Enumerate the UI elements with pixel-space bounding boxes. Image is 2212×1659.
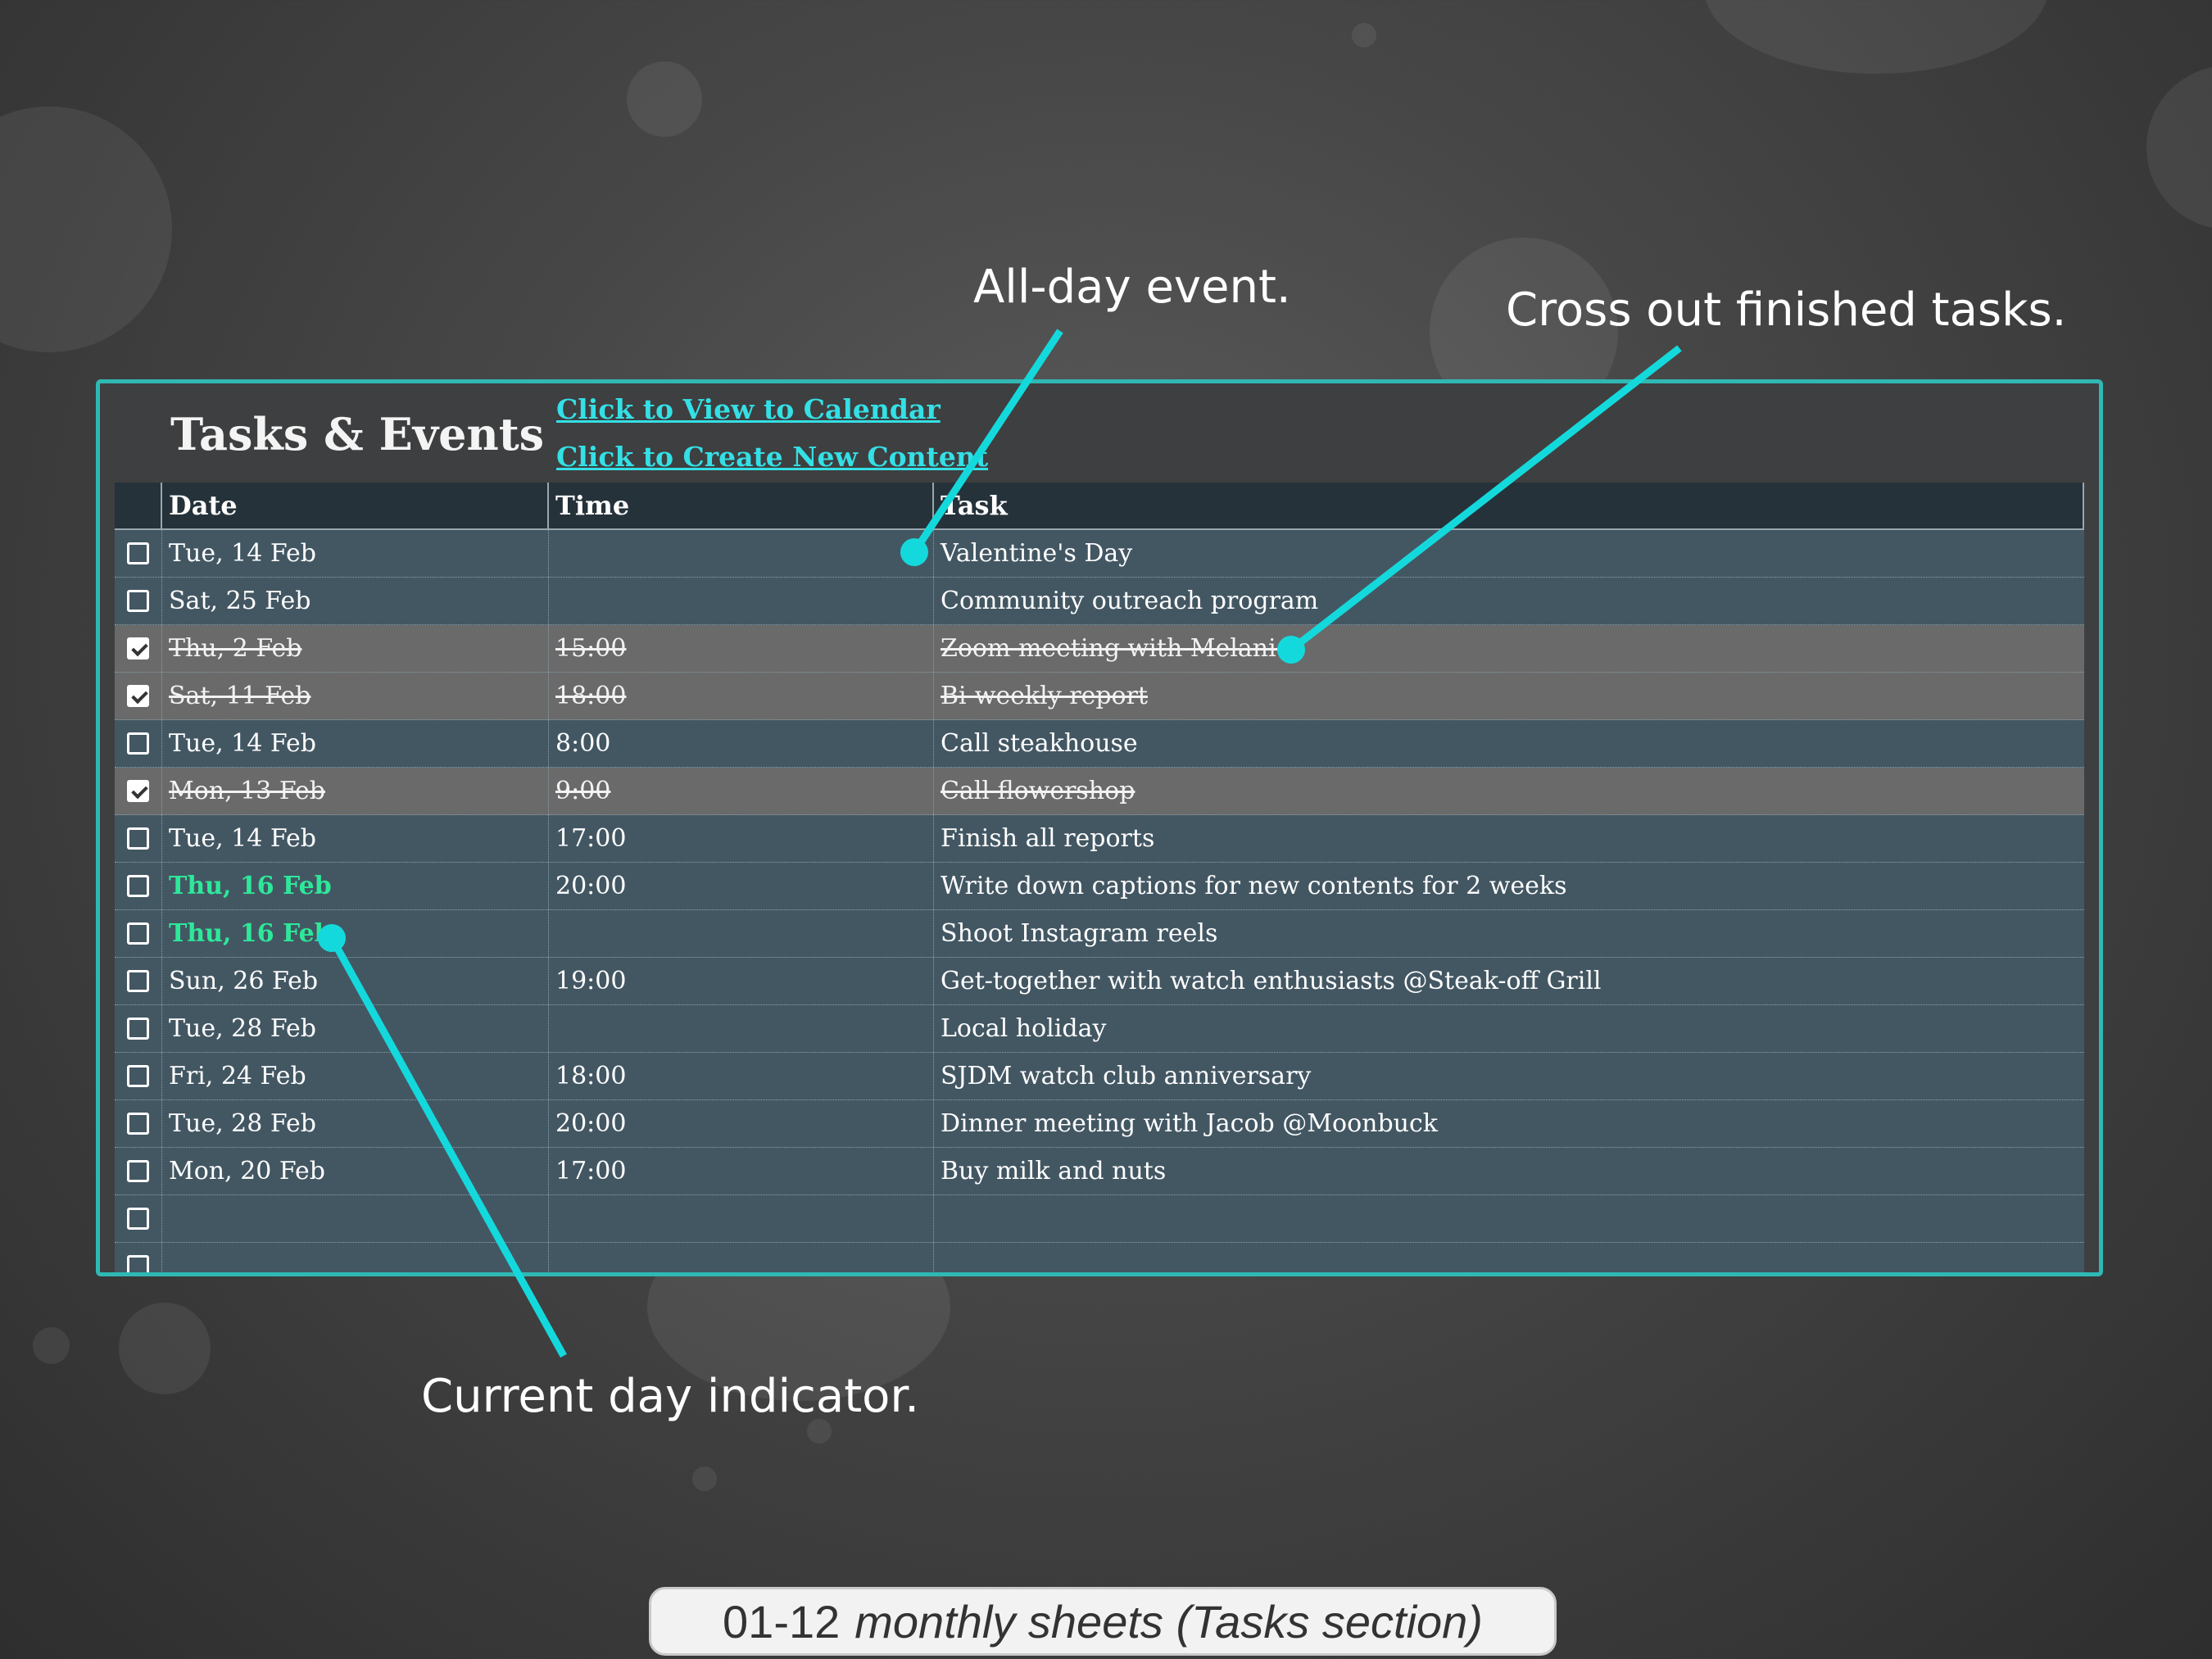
- current-day-callout-text: Current day indicator.: [421, 1370, 920, 1423]
- caption-badge: 01-12 monthly sheets (Tasks section): [649, 1587, 1557, 1656]
- caption-italic: monthly sheets (Tasks section): [854, 1595, 1483, 1648]
- callout-lines: [318, 329, 1682, 1358]
- current-day-callout-dot: [318, 924, 346, 952]
- current-day-callout-line: [329, 936, 567, 1358]
- caption-prefix: 01-12: [723, 1595, 841, 1648]
- all-day-callout-line: [911, 329, 1063, 555]
- cross-out-callout-text: Cross out finished tasks.: [1506, 283, 2067, 337]
- all-day-callout-text: All-day event.: [973, 261, 1291, 314]
- all-day-callout-dot: [900, 538, 928, 566]
- cross-out-callout-line: [1289, 345, 1682, 653]
- cross-out-callout-dot: [1277, 636, 1305, 664]
